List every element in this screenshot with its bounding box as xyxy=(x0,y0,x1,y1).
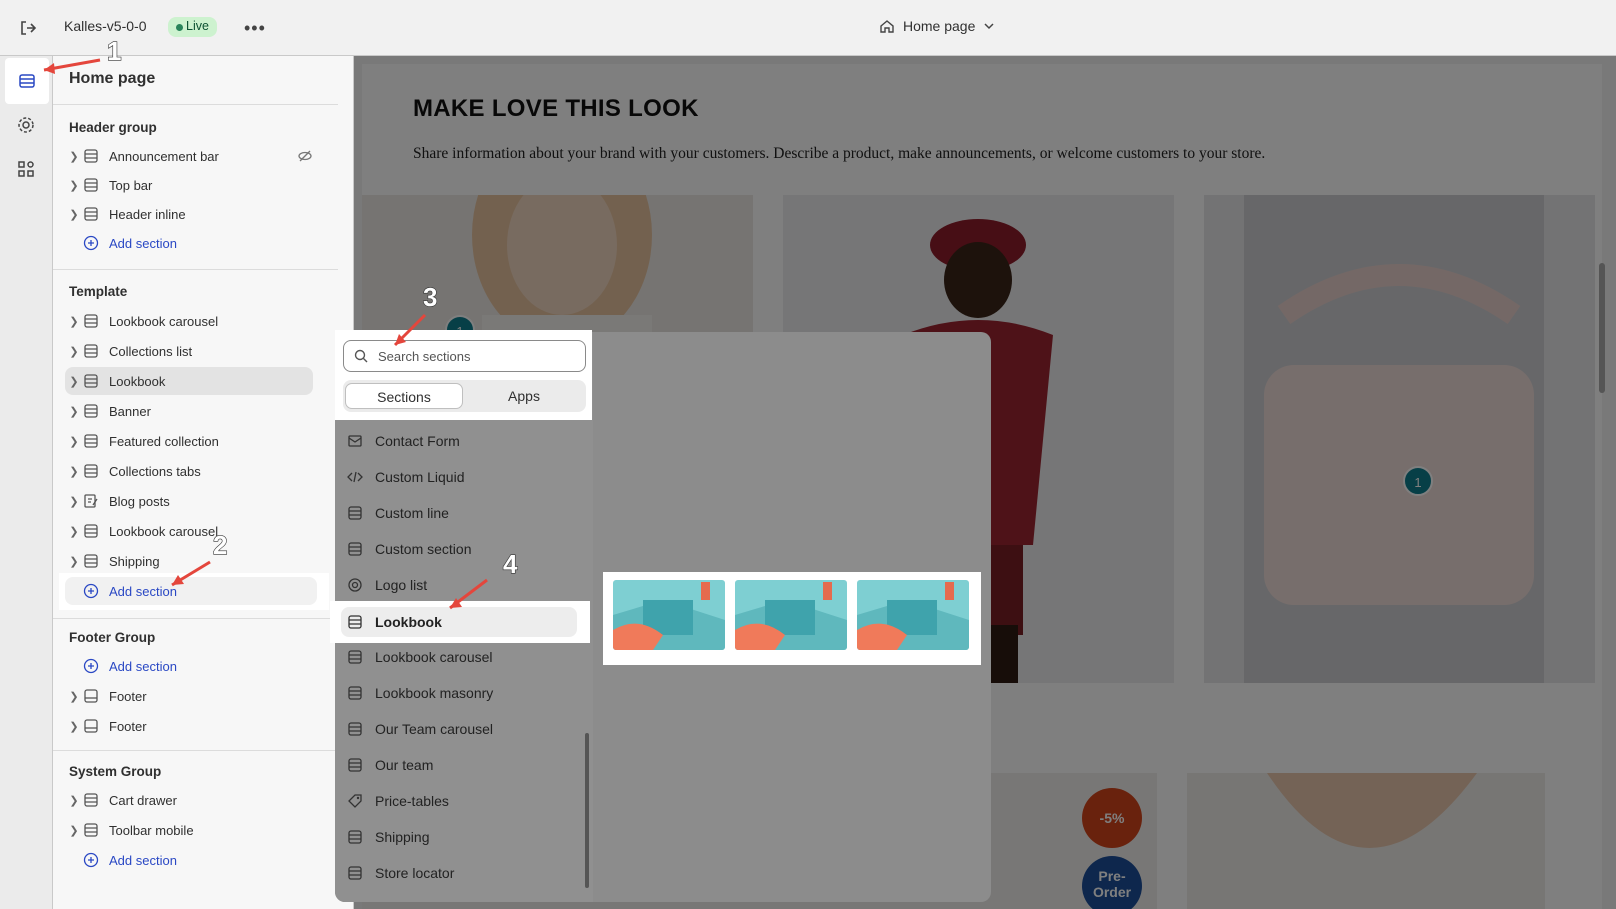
step-number-4: 4 xyxy=(502,548,518,579)
step-number-3: 3 xyxy=(422,281,438,312)
annotation-arrows xyxy=(43,58,488,610)
step-number-2: 2 xyxy=(212,529,228,560)
step-number-1: 1 xyxy=(106,35,122,66)
